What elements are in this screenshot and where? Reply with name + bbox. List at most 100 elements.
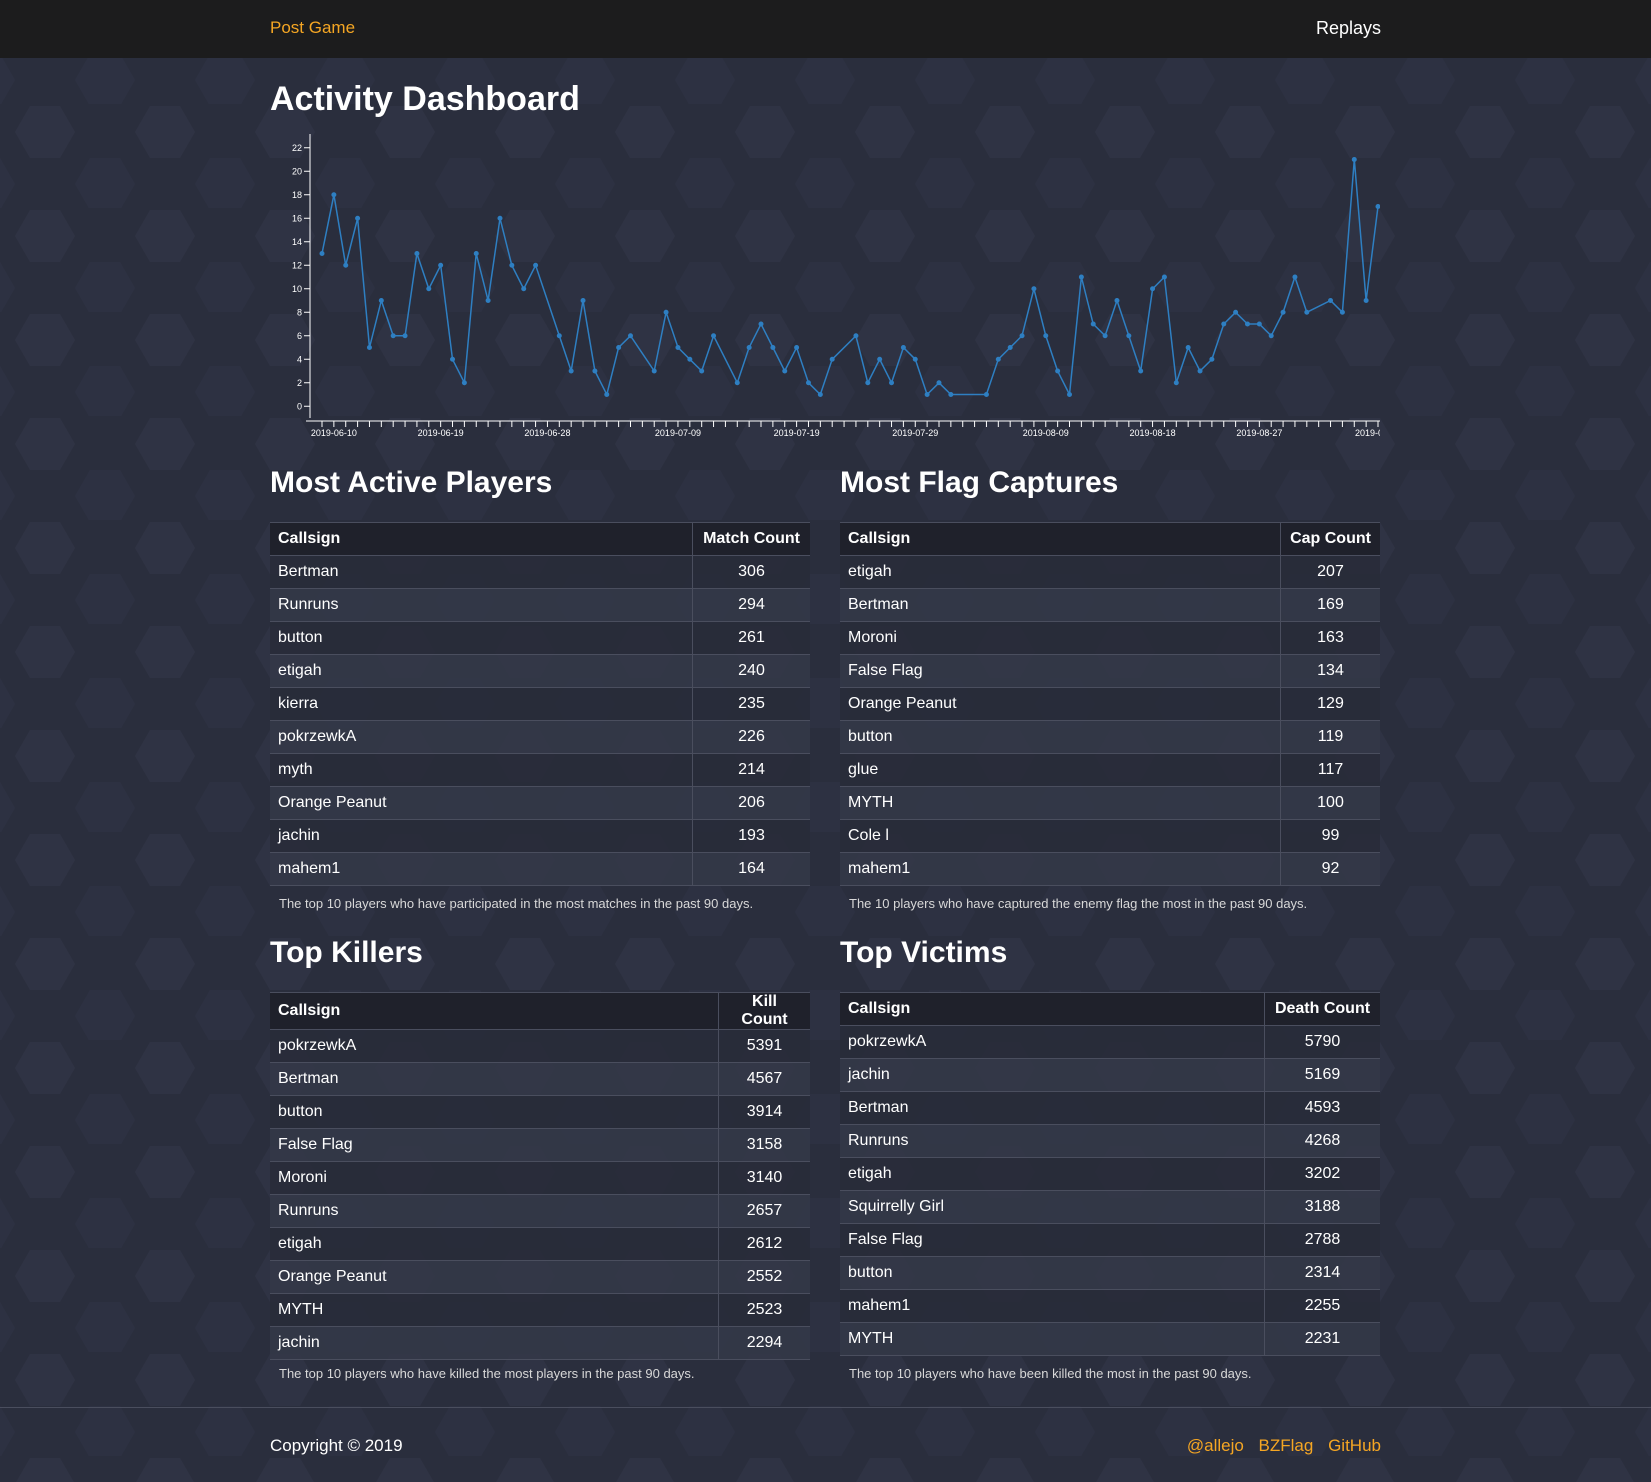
count-cell: 214 [692,753,810,787]
data-point [1102,333,1108,339]
table-row: MYTH 100 [840,786,1380,820]
data-point [331,192,337,198]
data-point [1197,368,1203,374]
table-row: Orange Peanut 129 [840,687,1380,721]
callsign-cell: button [840,720,1281,754]
data-point [592,368,598,374]
table-row: Moroni 3140 [270,1161,810,1195]
top-killers-table: Callsign Kill Count pokrzewkA 5391 Bertman… [270,992,810,1360]
count-cell: 92 [1280,852,1380,886]
callsign-cell: pokrzewkA [840,1025,1265,1059]
callsign-cell: Bertman [270,555,693,589]
callsign-cell: etigah [270,1227,719,1261]
column-header-callsign[interactable]: Callsign [270,992,719,1030]
x-tick-label: 2019-07-09 [655,428,701,438]
callsign-cell: mahem1 [270,852,693,886]
table-row: jachin 5169 [840,1058,1380,1092]
footer-link-bzflag[interactable]: BZFlag [1259,1436,1314,1455]
y-tick-label: 14 [292,237,302,247]
data-point [426,286,432,292]
table-row: MYTH 2231 [840,1322,1380,1356]
data-point [853,333,859,339]
y-tick-label: 16 [292,213,302,223]
data-point [461,380,467,386]
column-header-cap-count[interactable]: Cap Count [1280,522,1380,556]
data-point [687,356,693,362]
y-tick-label: 18 [292,190,302,200]
y-tick-label: 10 [292,284,302,294]
nav-replays-link[interactable]: Replays [1316,18,1381,39]
x-tick-label: 2019-08-18 [1130,428,1176,438]
callsign-cell: etigah [840,555,1281,589]
y-tick-label: 22 [292,143,302,153]
count-cell: 3202 [1264,1157,1380,1191]
count-cell: 226 [692,720,810,754]
data-point [355,215,361,221]
count-cell: 99 [1280,819,1380,853]
column-header-callsign[interactable]: Callsign [270,522,693,556]
data-point [1221,321,1227,327]
data-point [794,345,800,350]
footer-link-allejo[interactable]: @allejo [1187,1436,1244,1455]
x-tick-label: 2019-09-06 [1355,428,1380,438]
data-point [402,333,408,339]
table-row: Bertman 4593 [840,1091,1380,1125]
column-header-death-count[interactable]: Death Count [1264,992,1380,1026]
table-row: False Flag 3158 [270,1128,810,1162]
count-cell: 240 [692,654,810,688]
count-cell: 207 [1280,555,1380,589]
callsign-cell: MYTH [270,1293,719,1327]
count-cell: 2255 [1264,1289,1380,1323]
callsign-cell: button [270,621,693,655]
callsign-cell: False Flag [840,654,1281,688]
data-point [1031,286,1037,292]
data-point [1256,321,1262,327]
data-point [485,298,491,303]
table-row: etigah 3202 [840,1157,1380,1191]
x-tick-label: 2019-06-28 [524,428,570,438]
count-cell: 169 [1280,588,1380,622]
top-navbar: Post Game Replays [0,0,1651,58]
data-point [1055,368,1061,374]
column-header-kill-count[interactable]: Kill Count [718,992,810,1030]
y-tick-label: 6 [297,331,302,341]
data-point [782,368,788,374]
column-header-callsign[interactable]: Callsign [840,992,1265,1026]
count-cell: 5790 [1264,1025,1380,1059]
data-point [1078,274,1084,280]
table-row: Squirrelly Girl 3188 [840,1190,1380,1224]
callsign-cell: False Flag [270,1128,719,1162]
data-point [1233,309,1239,315]
activity-line-chart: 0 2 4 6 8 10 12 14 16 18 20 22 2019-06-10 2019-06-19 2… [292,134,1380,438]
table-row: pokrzewkA 226 [270,720,810,754]
data-point [1007,345,1013,350]
column-header-callsign[interactable]: Callsign [840,522,1281,556]
data-point [1339,309,1345,315]
data-point [450,356,456,362]
footer-links: @allejo BZFlag GitHub [1177,1436,1381,1456]
data-point [1067,392,1073,397]
page-title: Activity Dashboard [270,80,580,118]
callsign-cell: mahem1 [840,852,1281,886]
callsign-cell: mahem1 [840,1289,1265,1323]
count-cell: 100 [1280,786,1380,820]
count-cell: 4567 [718,1062,810,1096]
count-cell: 3188 [1264,1190,1380,1224]
callsign-cell: Runruns [840,1124,1265,1158]
column-header-match-count[interactable]: Match Count [692,522,810,556]
main-content: Activity Dashboard 0 2 4 6 8 10 12 14 16 18 20 22 20… [0,0,1651,1482]
count-cell: 206 [692,786,810,820]
data-point [746,345,752,350]
top-victims-table: Callsign Death Count pokrzewkA 5790 jachin… [840,992,1380,1356]
count-cell: 235 [692,687,810,721]
brand-link[interactable]: Post Game [270,18,355,38]
count-cell: 3914 [718,1095,810,1129]
data-point [1292,274,1298,280]
table-row: Bertman 306 [270,555,810,589]
callsign-cell: Cole l [840,819,1281,853]
footer-link-github[interactable]: GitHub [1328,1436,1381,1455]
count-cell: 129 [1280,687,1380,721]
data-point [817,392,823,397]
callsign-cell: Bertman [270,1062,719,1096]
data-point [1375,204,1380,209]
